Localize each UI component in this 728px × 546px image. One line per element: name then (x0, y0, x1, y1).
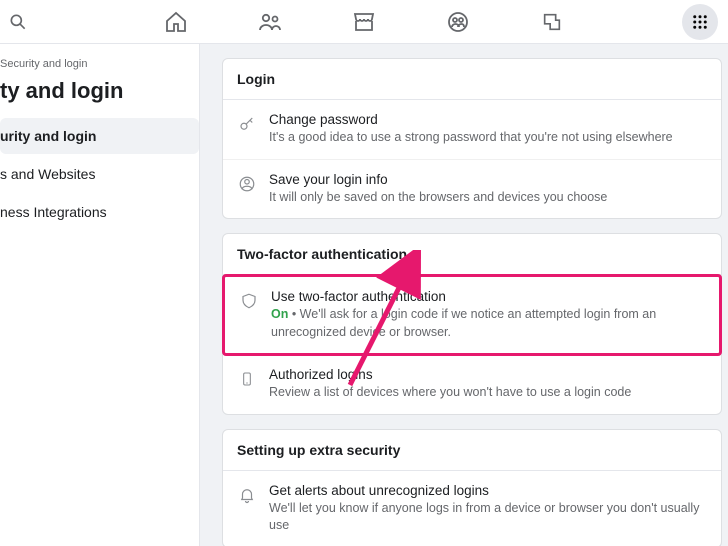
user-circle-icon (237, 174, 257, 194)
sidebar-item-business-integrations[interactable]: ness Integrations (0, 194, 199, 230)
page-title: ty and login (0, 74, 199, 118)
row-sub: Review a list of devices where you won't… (269, 384, 707, 402)
row-sub: We'll let you know if anyone logs in fro… (269, 500, 707, 535)
home-icon[interactable] (164, 10, 188, 34)
row-title: Authorized logins (269, 367, 707, 382)
row-sub: It's a good idea to use a strong passwor… (269, 129, 707, 147)
section-header-login: Login (223, 59, 721, 100)
row-title: Use two-factor authentication (271, 289, 705, 304)
menu-button[interactable] (682, 4, 718, 40)
top-navigation-bar (0, 0, 728, 44)
row-get-alerts[interactable]: Get alerts about unrecognized logins We'… (223, 471, 721, 546)
search-icon (8, 12, 28, 32)
row-sub: On • We'll ask for a login code if we no… (271, 306, 705, 341)
row-sub: It will only be saved on the browsers an… (269, 189, 707, 207)
grid-icon (691, 13, 709, 31)
sidebar-item-security-login[interactable]: urity and login (0, 118, 199, 154)
section-twofa: Two-factor authentication Use two-factor… (222, 233, 722, 415)
search-area[interactable] (8, 12, 28, 32)
main-content: Login Change password It's a good idea t… (200, 44, 728, 546)
row-title: Get alerts about unrecognized logins (269, 483, 707, 498)
row-title: Change password (269, 112, 707, 127)
row-use-two-factor[interactable]: Use two-factor authentication On • We'll… (222, 274, 722, 356)
settings-sidebar: Security and login ty and login urity an… (0, 44, 200, 546)
section-header-twofa: Two-factor authentication (223, 234, 721, 275)
marketplace-icon[interactable] (352, 10, 376, 34)
section-header-extra: Setting up extra security (223, 430, 721, 471)
phone-icon (237, 369, 257, 389)
breadcrumb: Security and login (0, 54, 199, 74)
sidebar-item-apps-websites[interactable]: s and Websites (0, 156, 199, 192)
shield-icon (239, 291, 259, 311)
friends-icon[interactable] (258, 10, 282, 34)
row-save-login-info[interactable]: Save your login info It will only be sav… (223, 160, 721, 219)
bell-icon (237, 485, 257, 505)
row-authorized-logins[interactable]: Authorized logins Review a list of devic… (223, 355, 721, 414)
row-title: Save your login info (269, 172, 707, 187)
gaming-icon[interactable] (540, 10, 564, 34)
section-login: Login Change password It's a good idea t… (222, 58, 722, 219)
status-badge: On (271, 307, 288, 321)
section-extra-security: Setting up extra security Get alerts abo… (222, 429, 722, 546)
row-change-password[interactable]: Change password It's a good idea to use … (223, 100, 721, 160)
key-icon (237, 114, 257, 134)
groups-icon[interactable] (446, 10, 470, 34)
